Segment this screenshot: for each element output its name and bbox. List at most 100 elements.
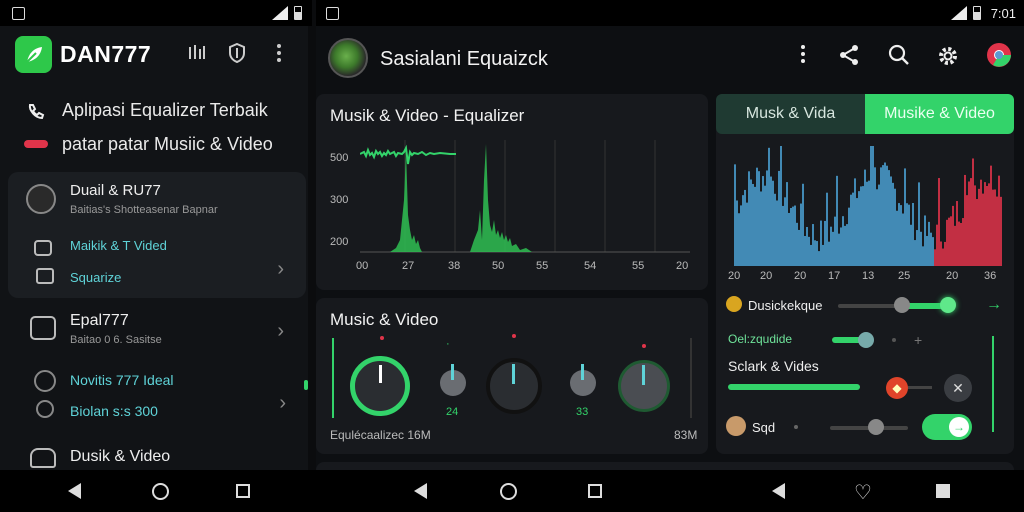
item-link-1[interactable]: Maikik & T Vided: [70, 238, 167, 253]
navigation-bar: ♡: [0, 470, 1024, 512]
knob-label: 24: [446, 406, 459, 418]
spectrum-bar: [972, 158, 974, 266]
spectrum-bar: [768, 147, 770, 266]
spectrum-bar: [774, 193, 776, 266]
avatar: [26, 184, 56, 214]
heart-icon[interactable]: ♡: [854, 480, 872, 505]
list-item-1[interactable]: Duail & RU77 Baitias's Shotteasenar Bapn…: [8, 172, 306, 298]
more-options-icon[interactable]: [276, 43, 282, 68]
spectrum-bar: [796, 222, 798, 266]
spectrum-bar: [734, 164, 736, 266]
spectrum-bar: [842, 216, 844, 266]
signal-icon: [950, 6, 967, 20]
knob-bass[interactable]: [350, 356, 410, 416]
back-button[interactable]: [772, 483, 785, 499]
spectrum-bar: [950, 216, 952, 266]
plus-icon[interactable]: +: [914, 332, 922, 348]
spectrum-bar: [792, 206, 794, 266]
spectrum-bar: [814, 240, 816, 266]
home-button[interactable]: [500, 483, 517, 500]
spectrum-bar: [780, 146, 782, 266]
equalizer-icon[interactable]: [187, 43, 207, 68]
shield-icon[interactable]: [228, 42, 246, 68]
spectrum-bar: [956, 201, 958, 266]
card-title: Musik & Video - Equalizer: [330, 106, 525, 125]
item-link-4[interactable]: Biolan s:s 300: [70, 403, 158, 419]
close-icon[interactable]: ✕: [944, 374, 972, 402]
spectrum-bar: [882, 165, 884, 266]
spectrum-bar: [800, 203, 802, 266]
spectrum-bar: [918, 182, 920, 266]
battery-icon: [294, 6, 302, 20]
item-title[interactable]: Dusik & Video: [70, 448, 170, 466]
record-icon: [24, 140, 48, 148]
x-tick: 25: [898, 270, 911, 282]
spectrum-bar: [816, 241, 818, 266]
share-icon[interactable]: [838, 44, 860, 72]
tab-music-video-active[interactable]: Musike & Video: [865, 94, 1014, 134]
spectrum-analyzer: [734, 146, 1002, 266]
radio-icon: [30, 316, 56, 340]
spectrum-bar: [748, 171, 750, 266]
x-tick: 20: [946, 270, 959, 282]
home-button[interactable]: [152, 483, 169, 500]
spectrum-bar: [976, 199, 978, 266]
x-tick: 13: [862, 270, 875, 282]
more-options-icon[interactable]: [800, 44, 806, 70]
arrow-right-icon[interactable]: →: [986, 296, 1002, 314]
gear-icon[interactable]: [936, 44, 960, 74]
spectrum-bar: [750, 179, 752, 266]
recents-button[interactable]: [936, 484, 950, 498]
tab-music-video[interactable]: Musk & Vida: [716, 94, 865, 134]
spectrum-bar: [834, 216, 836, 266]
main-panel: Sasialani Equaizck Musik & Video - Equal…: [316, 26, 1024, 470]
slider-thumb[interactable]: [894, 297, 910, 313]
spectrum-bar: [984, 182, 986, 266]
app-title: Sasialani Equaizck: [380, 48, 548, 70]
brand-name: DAN777: [60, 41, 152, 67]
recents-button[interactable]: [588, 484, 602, 498]
toggle-switch[interactable]: →: [922, 414, 972, 440]
knob-treble[interactable]: [618, 360, 670, 412]
row-icon: [726, 296, 742, 312]
item-link-2[interactable]: Squarize: [70, 270, 121, 285]
back-button[interactable]: [68, 483, 81, 499]
app-avatar[interactable]: [328, 38, 368, 78]
spectrum-bar: [798, 229, 800, 266]
recents-button[interactable]: [236, 484, 250, 498]
status-time: 7:01: [990, 5, 1016, 21]
x-tick: 38: [448, 260, 461, 272]
search-icon[interactable]: [888, 44, 910, 72]
knob-mid[interactable]: [486, 358, 542, 414]
spectrum-bar: [912, 202, 914, 266]
chevron-right-icon[interactable]: ›: [277, 320, 284, 343]
back-button[interactable]: [414, 483, 427, 499]
knob-small-2[interactable]: [570, 364, 596, 396]
spectrum-bar: [830, 226, 832, 266]
spectrum-bar: [998, 175, 1000, 266]
item-link-3[interactable]: Novitis 777 Ideal: [70, 372, 174, 388]
spectrum-bar: [910, 224, 912, 266]
spectrum-bar: [974, 185, 976, 266]
x-tick: 00: [356, 260, 369, 272]
slider-thumb[interactable]: [940, 297, 956, 313]
record-button[interactable]: ◆: [886, 377, 908, 399]
spectrum-bar: [828, 241, 830, 266]
spectrum-bar: [740, 205, 742, 266]
slider-thumb[interactable]: [858, 332, 874, 348]
spectrum-bar: [812, 224, 814, 266]
promo-line-1: Aplipasi Equalizer Terbaik: [62, 100, 268, 120]
spectrum-bar: [822, 244, 824, 266]
spectrum-bar: [866, 181, 868, 266]
spectrum-bar: [852, 192, 854, 266]
chevron-right-icon[interactable]: ›: [277, 258, 284, 281]
item-subtitle: Baitao 0 6. Sasitse: [70, 334, 162, 346]
spectrum-bar: [996, 196, 998, 266]
slider-thumb[interactable]: [868, 419, 884, 435]
chevron-right-icon[interactable]: ›: [279, 392, 286, 415]
browser-icon[interactable]: [986, 42, 1012, 74]
level-meter: [992, 336, 994, 432]
spectrum-bar: [990, 165, 992, 266]
list-item-2[interactable]: Epal777 Baitao 0 6. Sasitse ›: [8, 306, 306, 366]
knob-small-1[interactable]: [440, 364, 466, 396]
